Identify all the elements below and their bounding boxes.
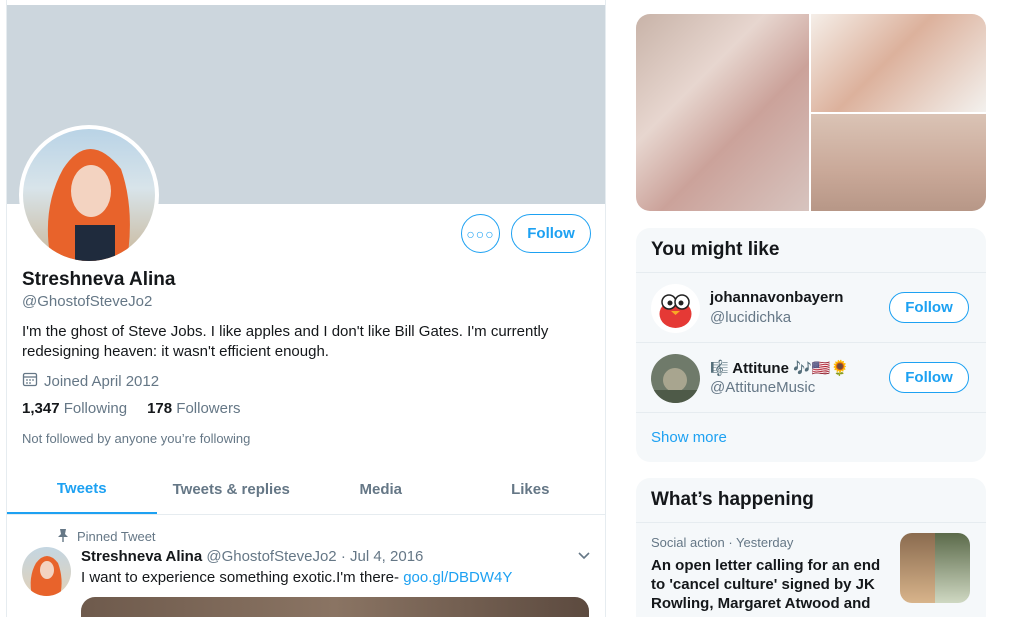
- more-icon: ○○○: [466, 225, 495, 242]
- suggestion-handle: @AttituneMusic: [710, 379, 816, 396]
- media-gallery: [636, 14, 986, 211]
- profile-column: ○○○ Follow Streshneva Alina @GhostofStev…: [6, 0, 606, 617]
- suggestion-avatar[interactable]: [651, 284, 700, 333]
- more-options-button[interactable]: ○○○: [461, 214, 500, 253]
- pinned-indicator: Pinned Tweet: [57, 528, 156, 545]
- suggestion-name[interactable]: johannavonbayern: [710, 289, 843, 306]
- pinned-label: Pinned Tweet: [77, 529, 156, 544]
- profile-name: Streshneva Alina: [22, 269, 176, 290]
- whats-happening-card: What’s happening Social action · Yesterd…: [636, 478, 986, 617]
- profile-handle: @GhostofSteveJo2: [22, 293, 153, 310]
- followers-link[interactable]: 178 Followers: [147, 400, 240, 417]
- show-more-link[interactable]: Show more: [636, 413, 986, 462]
- trend-item[interactable]: Social action · Yesterday An open letter…: [636, 523, 986, 617]
- gallery-photo[interactable]: [811, 114, 986, 211]
- not-followed-notice: Not followed by anyone you’re following: [22, 431, 251, 446]
- tab-likes[interactable]: Likes: [456, 464, 606, 514]
- following-count: 1,347: [22, 400, 60, 417]
- suggestion-follow-button[interactable]: Follow: [889, 292, 969, 323]
- tab-media[interactable]: Media: [306, 464, 456, 514]
- profile-avatar-ring[interactable]: [19, 125, 159, 265]
- gallery-photo[interactable]: [636, 14, 809, 211]
- tweet-author-name[interactable]: Streshneva Alina: [81, 548, 202, 565]
- whats-happening-title: What’s happening: [636, 478, 986, 523]
- tweet-date[interactable]: · Jul 4, 2016: [341, 548, 424, 565]
- tweet-link[interactable]: goo.gl/DBDW4Y: [403, 569, 512, 586]
- suggestion-follow-button[interactable]: Follow: [889, 362, 969, 393]
- gallery-photo[interactable]: [811, 14, 986, 112]
- profile-avatar[interactable]: [23, 129, 155, 261]
- followers-label: Followers: [176, 400, 241, 417]
- suggestion-avatar[interactable]: [651, 354, 700, 403]
- tweet-body: I want to experience something exotic.I'…: [81, 569, 404, 586]
- following-label: Following: [63, 400, 128, 417]
- calendar-icon: [22, 371, 38, 391]
- tweet-text: I want to experience something exotic.I'…: [81, 569, 512, 586]
- chevron-down-icon[interactable]: [577, 548, 591, 566]
- tweet-author-handle[interactable]: @GhostofSteveJo2: [206, 548, 336, 565]
- profile-bio: I'm the ghost of Steve Jobs. I like appl…: [22, 323, 549, 360]
- follow-button[interactable]: Follow: [511, 214, 591, 253]
- pin-icon: [57, 528, 69, 545]
- trend-image[interactable]: [900, 533, 970, 603]
- suggestion-item[interactable]: johannavonbayern @lucidichka Follow: [636, 273, 986, 343]
- suggestion-handle: @lucidichka: [710, 309, 792, 326]
- followers-count: 178: [147, 400, 173, 417]
- profile-stats: 1,347 Following 178 Followers: [22, 400, 240, 417]
- joined-date: Joined April 2012: [22, 371, 159, 391]
- tab-tweets[interactable]: Tweets: [7, 464, 157, 514]
- you-might-like-card: You might like johannavonbayern @lucidic…: [636, 228, 986, 462]
- following-link[interactable]: 1,347 Following: [22, 400, 127, 417]
- joined-text: Joined April 2012: [44, 372, 160, 390]
- trend-title: An open letter calling for an end to 'ca…: [651, 557, 881, 612]
- tweet-media-image[interactable]: [81, 597, 589, 617]
- suggestion-name[interactable]: 🎼 Attitune 🎶🇺🇸🌻: [710, 359, 849, 377]
- profile-tabs: Tweets Tweets & replies Media Likes: [7, 464, 605, 515]
- suggestion-item[interactable]: 🎼 Attitune 🎶🇺🇸🌻 @AttituneMusic Follow: [636, 343, 986, 413]
- tab-tweets-replies[interactable]: Tweets & replies: [157, 464, 307, 514]
- tweet-avatar[interactable]: [22, 547, 71, 596]
- tweet-header: Streshneva Alina @GhostofSteveJo2 · Jul …: [81, 548, 423, 565]
- you-might-like-title: You might like: [636, 228, 986, 273]
